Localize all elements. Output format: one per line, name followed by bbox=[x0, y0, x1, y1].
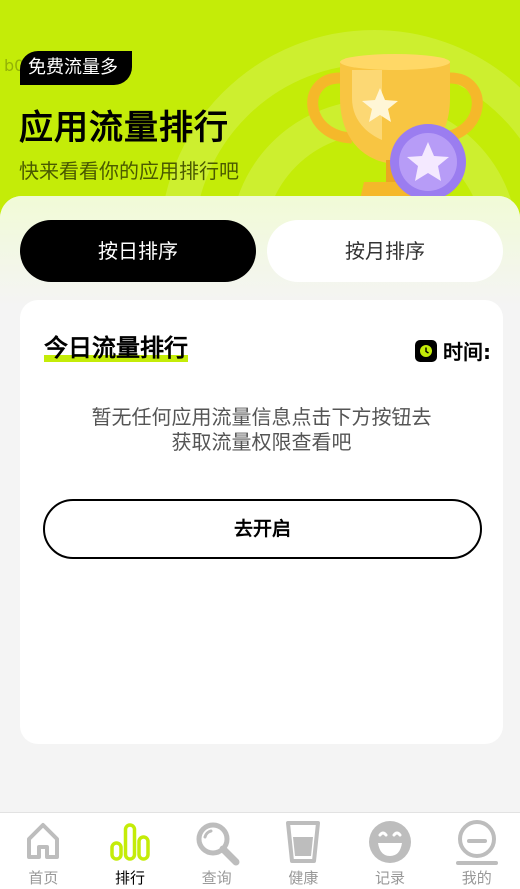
nav-label-query: 查询 bbox=[201, 869, 232, 887]
nav-item-home[interactable]: 首页 bbox=[0, 813, 87, 889]
free-data-badge: 免费流量多 bbox=[20, 51, 132, 85]
card-title: 今日流量排行 bbox=[44, 328, 188, 363]
cup-icon bbox=[286, 821, 321, 863]
smile-icon bbox=[369, 821, 412, 863]
profile-icon bbox=[455, 820, 498, 865]
tab-sort-by-day[interactable]: 按日排序 bbox=[20, 220, 256, 282]
bottom-nav-bar: 首页 排行 查询 健康 记录 我的 bbox=[0, 812, 520, 889]
nav-label-profile: 我的 bbox=[461, 869, 492, 887]
nav-item-profile[interactable]: 我的 bbox=[433, 813, 520, 889]
tab-sort-by-month[interactable]: 按月排序 bbox=[267, 220, 503, 282]
nav-label-ranking: 排行 bbox=[115, 869, 146, 887]
enable-permission-button[interactable]: 去开启 bbox=[43, 499, 482, 559]
nav-label-home: 首页 bbox=[28, 869, 59, 887]
ranking-card: 今日流量排行 时间: 暂无任何应用流量信息点击下方按钮去 获取流量权限查看吧 去… bbox=[20, 300, 503, 744]
bar-chart-icon bbox=[110, 823, 150, 861]
time-filter[interactable]: 时间: bbox=[415, 336, 491, 365]
nav-label-health: 健康 bbox=[288, 869, 319, 887]
page-title: 应用流量排行 bbox=[19, 108, 229, 148]
clock-icon bbox=[415, 339, 437, 362]
page-subtitle: 快来看看你的应用排行吧 bbox=[19, 159, 239, 183]
nav-item-health[interactable]: 健康 bbox=[260, 813, 347, 889]
search-icon bbox=[196, 822, 240, 866]
time-label: 时间: bbox=[443, 340, 491, 364]
nav-item-records[interactable]: 记录 bbox=[347, 813, 434, 889]
empty-state-line-1: 暂无任何应用流量信息点击下方按钮去 bbox=[91, 405, 432, 429]
nav-item-query[interactable]: 查询 bbox=[173, 813, 260, 889]
trophy-illustration bbox=[307, 54, 483, 219]
empty-state-message: 暂无任何应用流量信息点击下方按钮去 获取流量权限查看吧 bbox=[20, 405, 503, 455]
nav-label-records: 记录 bbox=[375, 869, 406, 887]
home-icon bbox=[27, 823, 60, 859]
empty-state-line-2: 获取流量权限查看吧 bbox=[171, 430, 352, 454]
nav-item-ranking[interactable]: 排行 bbox=[87, 813, 174, 889]
card-title-text: 今日流量排行 bbox=[44, 334, 188, 362]
